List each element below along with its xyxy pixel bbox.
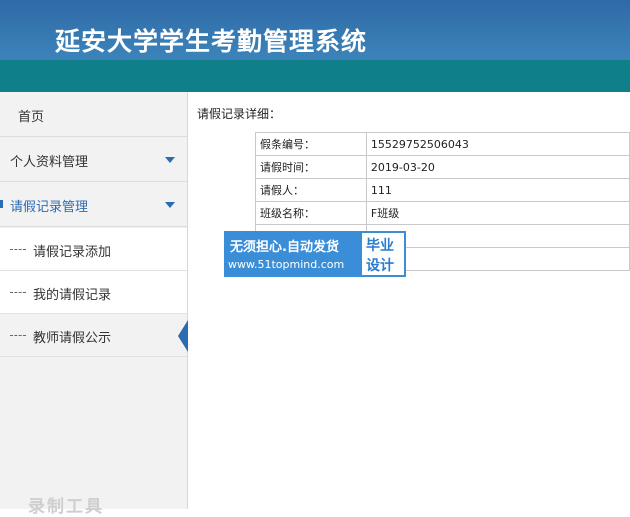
field-value: F班级 bbox=[365, 201, 630, 225]
sidebar-subitem-label: 请假记录添加 bbox=[33, 245, 112, 260]
page-title: 请假记录详细： bbox=[197, 107, 282, 121]
recorder-watermark: 录制工具 bbox=[28, 497, 104, 517]
chevron-down-icon bbox=[165, 202, 175, 208]
promo-left: 无须担心.自动发货 www.51topmind.com bbox=[224, 231, 360, 277]
sidebar-subitem-label: 我的请假记录 bbox=[33, 288, 112, 303]
chevron-down-icon bbox=[165, 157, 175, 163]
field-value: 15529752506043 bbox=[365, 132, 630, 156]
sidebar-item-label: 个人资料管理 bbox=[10, 155, 89, 170]
sidebar-item-leave-records[interactable]: 请假记录管理 bbox=[0, 182, 187, 227]
sidebar-subitem-label: 教师请假公示 bbox=[33, 331, 112, 346]
active-marker bbox=[0, 200, 3, 208]
promo-banner[interactable]: 无须担心.自动发货 www.51topmind.com 毕业 设计 bbox=[224, 231, 406, 277]
table-row: 假条编号： 15529752506043 bbox=[255, 132, 630, 156]
table-row: 班级名称： F班级 bbox=[255, 201, 630, 225]
tree-connector bbox=[10, 249, 26, 250]
app-header: 延安大学学生考勤管理系统 bbox=[0, 0, 630, 92]
field-value: 111 bbox=[365, 178, 630, 202]
promo-right-line1: 毕业 bbox=[366, 238, 394, 254]
tree-connector bbox=[10, 335, 26, 336]
promo-url: www.51topmind.com bbox=[228, 258, 345, 271]
sidebar-item-home[interactable]: 首页 bbox=[0, 92, 187, 137]
sidebar-subitem-my-leave[interactable]: 我的请假记录 bbox=[0, 271, 187, 314]
field-label: 请假时间： bbox=[255, 155, 367, 179]
field-label: 请假人： bbox=[255, 178, 367, 202]
field-value: 2019-03-20 bbox=[365, 155, 630, 179]
sidebar-subitem-add-leave[interactable]: 请假记录添加 bbox=[0, 228, 187, 271]
promo-right: 毕业 设计 bbox=[360, 231, 406, 277]
sidebar-item-label: 首页 bbox=[18, 110, 45, 125]
promo-line1: 无须担心.自动发货 bbox=[230, 240, 339, 255]
sidebar: 首页 个人资料管理 请假记录管理 请假记录添加 我的请假记录 教师请假公示 录制… bbox=[0, 92, 188, 517]
tree-connector bbox=[10, 292, 26, 293]
app-title: 延安大学学生考勤管理系统 bbox=[55, 27, 368, 56]
sidebar-item-profile[interactable]: 个人资料管理 bbox=[0, 137, 187, 182]
header-band bbox=[0, 60, 630, 92]
field-label: 班级名称： bbox=[255, 201, 367, 225]
table-row: 请假时间： 2019-03-20 bbox=[255, 155, 630, 179]
promo-right-line2: 设计 bbox=[366, 258, 394, 274]
sidebar-item-label: 请假记录管理 bbox=[10, 200, 89, 215]
current-page-indicator bbox=[178, 320, 188, 352]
sidebar-subitem-teacher-notice[interactable]: 教师请假公示 bbox=[0, 314, 188, 357]
main-content: 请假记录详细： 假条编号： 15529752506043 请假时间： 2019-… bbox=[189, 92, 630, 509]
table-row: 请假人： 111 bbox=[255, 178, 630, 202]
field-label: 假条编号： bbox=[255, 132, 367, 156]
